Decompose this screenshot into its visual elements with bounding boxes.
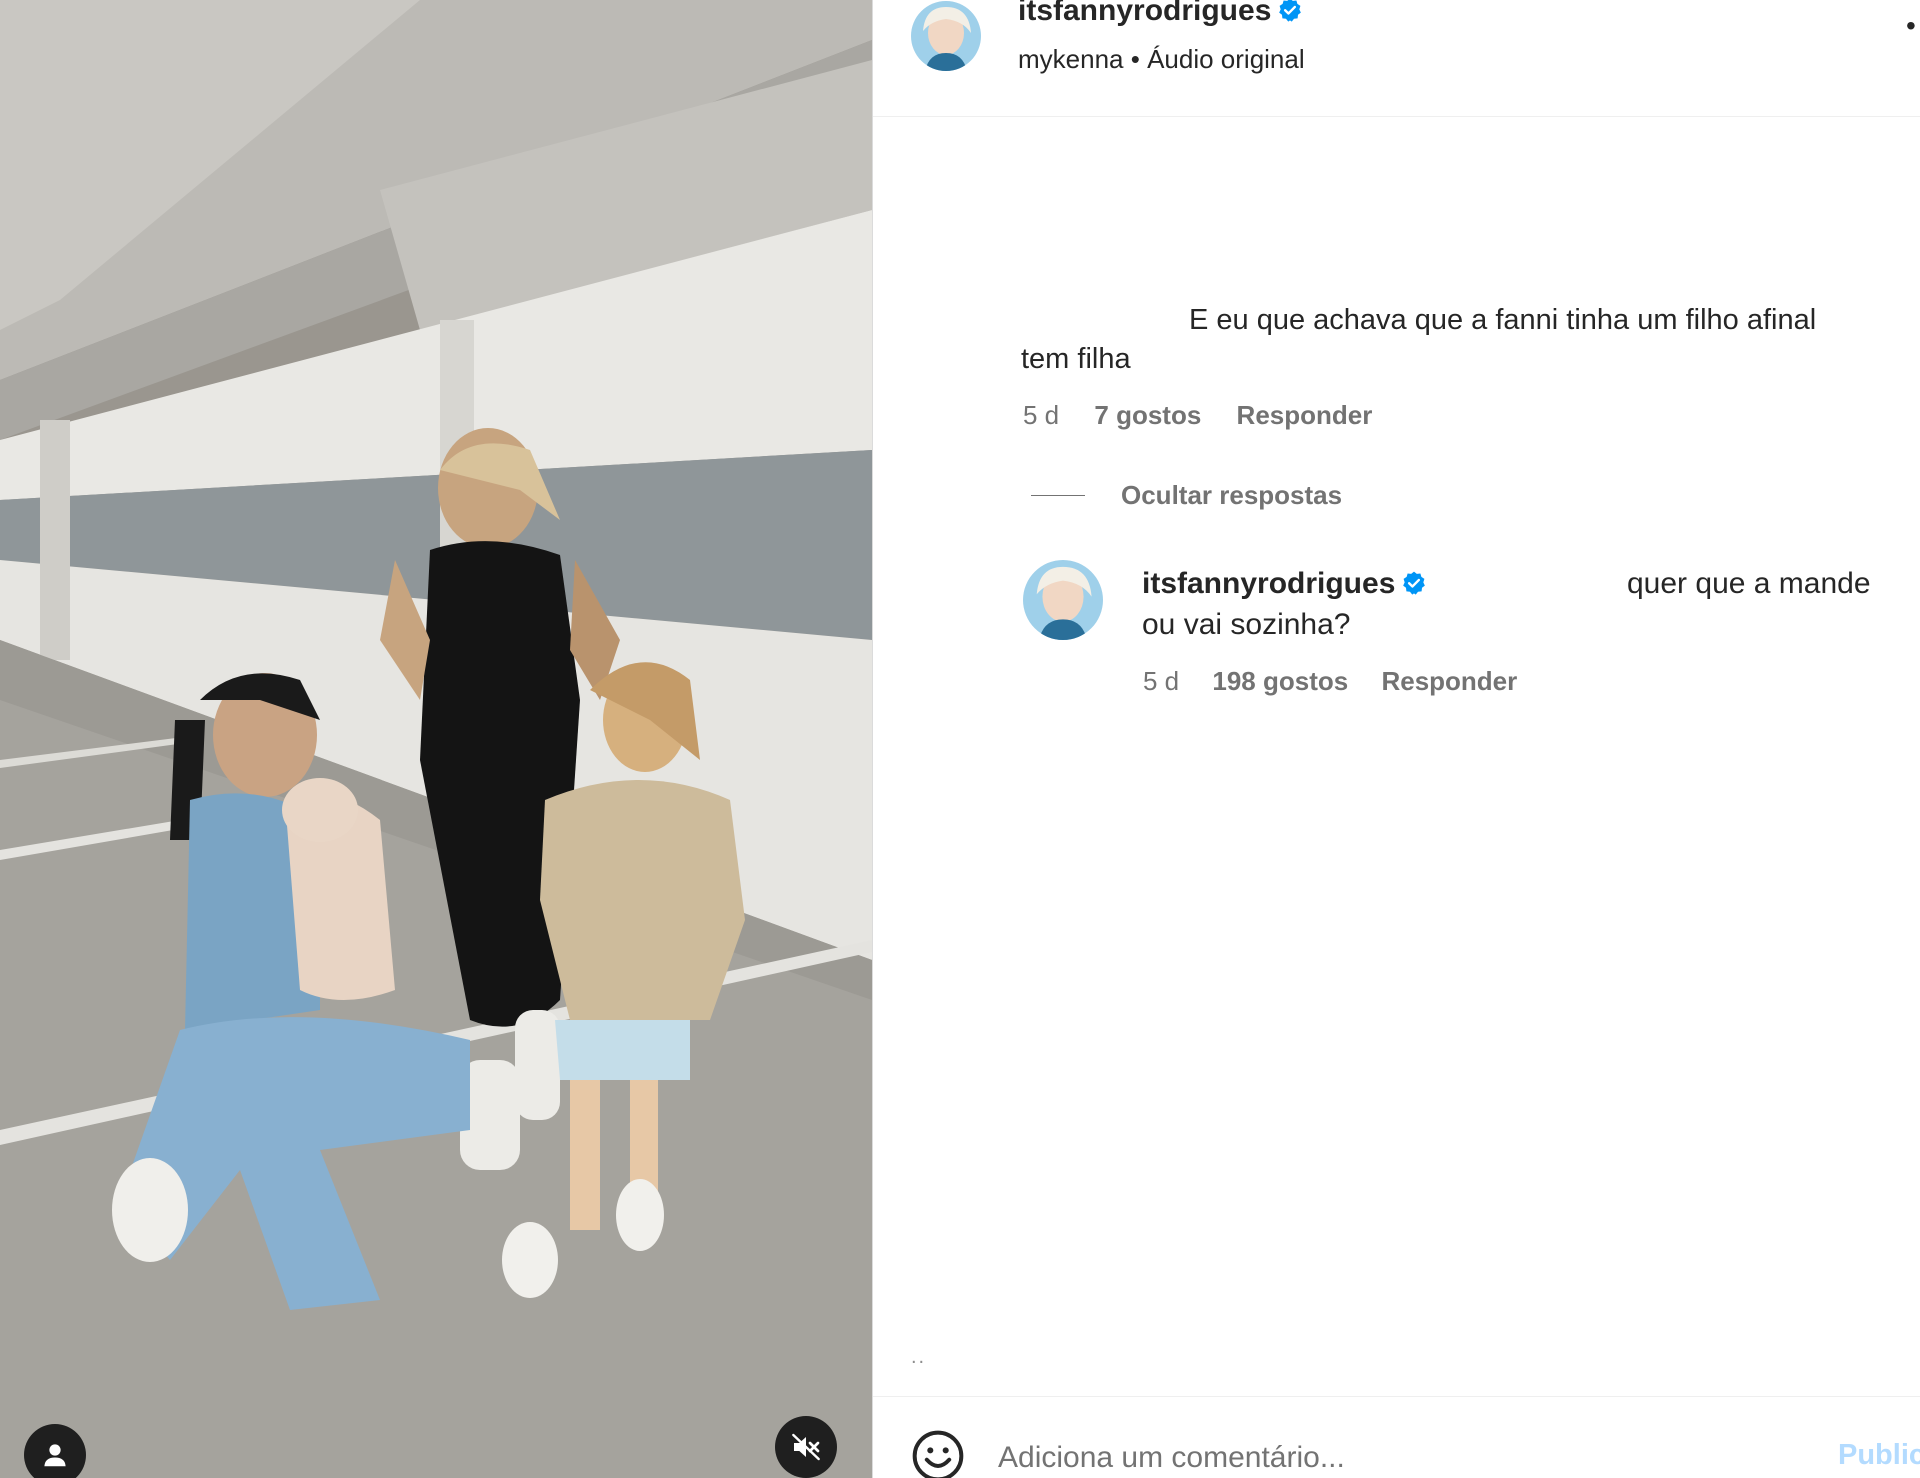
emoji-icon[interactable] [910,1428,966,1478]
comment-meta: 5 d 7 gostos Responder [1023,400,1400,431]
reply-likes[interactable]: 198 gostos [1212,666,1348,696]
reply-meta: 5 d 198 gostos Responder [1143,666,1543,697]
reply-username[interactable]: itsfannyrodrigues [1142,567,1395,600]
audio-label[interactable]: Áudio original [1147,44,1305,74]
video-frame [0,0,872,1478]
user-tag-icon [44,1444,66,1467]
post-page: itsfannyrodrigues mykenna • Áudio origin… [0,0,1920,1478]
audio-author[interactable]: mykenna [1018,44,1124,74]
footer-divider [873,1396,1920,1397]
user-tag-button[interactable] [24,1424,86,1478]
comment-reply-button[interactable]: Responder [1237,400,1373,430]
author-username[interactable]: itsfannyrodrigues [1018,0,1271,27]
comment-input[interactable] [998,1434,1778,1478]
audio-info: mykenna • Áudio original [1018,44,1305,75]
reply-reply-button[interactable]: Responder [1381,666,1517,696]
reply-text-line1: quer que a mande [1627,567,1871,600]
hide-replies-button[interactable]: Ocultar respostas [1121,480,1342,511]
comment-likes[interactable]: 7 gostos [1094,400,1201,430]
reply-username-row[interactable]: itsfannyrodrigues [1142,567,1427,601]
author-avatar[interactable] [911,1,981,71]
hide-replies-line [1031,495,1085,496]
verified-badge-icon [1279,0,1302,22]
comment-text-line1: E eu que achava que a fanni tinha um fil… [1189,304,1817,336]
post-media[interactable] [0,0,872,1478]
muted-speaker-icon [792,1433,820,1461]
header-divider [873,116,1920,117]
audio-separator: • [1130,44,1140,74]
comment-text-line2: tem filha [1021,343,1131,373]
loading-dots: .. [911,1346,927,1368]
author-username-row[interactable]: itsfannyrodrigues [1018,0,1303,28]
reply-time[interactable]: 5 d [1143,666,1179,696]
more-options-button[interactable]: • [1906,10,1916,42]
verified-badge-icon [1403,571,1426,595]
comments-panel: itsfannyrodrigues mykenna • Áudio origin… [873,0,1920,1478]
reply-avatar[interactable] [1023,560,1103,640]
comment-time[interactable]: 5 d [1023,400,1059,430]
reply-text-line2: ou vai sozinha? [1142,608,1351,641]
publish-button[interactable]: Publicar [1838,1439,1920,1472]
mute-toggle-button[interactable] [775,1416,837,1478]
